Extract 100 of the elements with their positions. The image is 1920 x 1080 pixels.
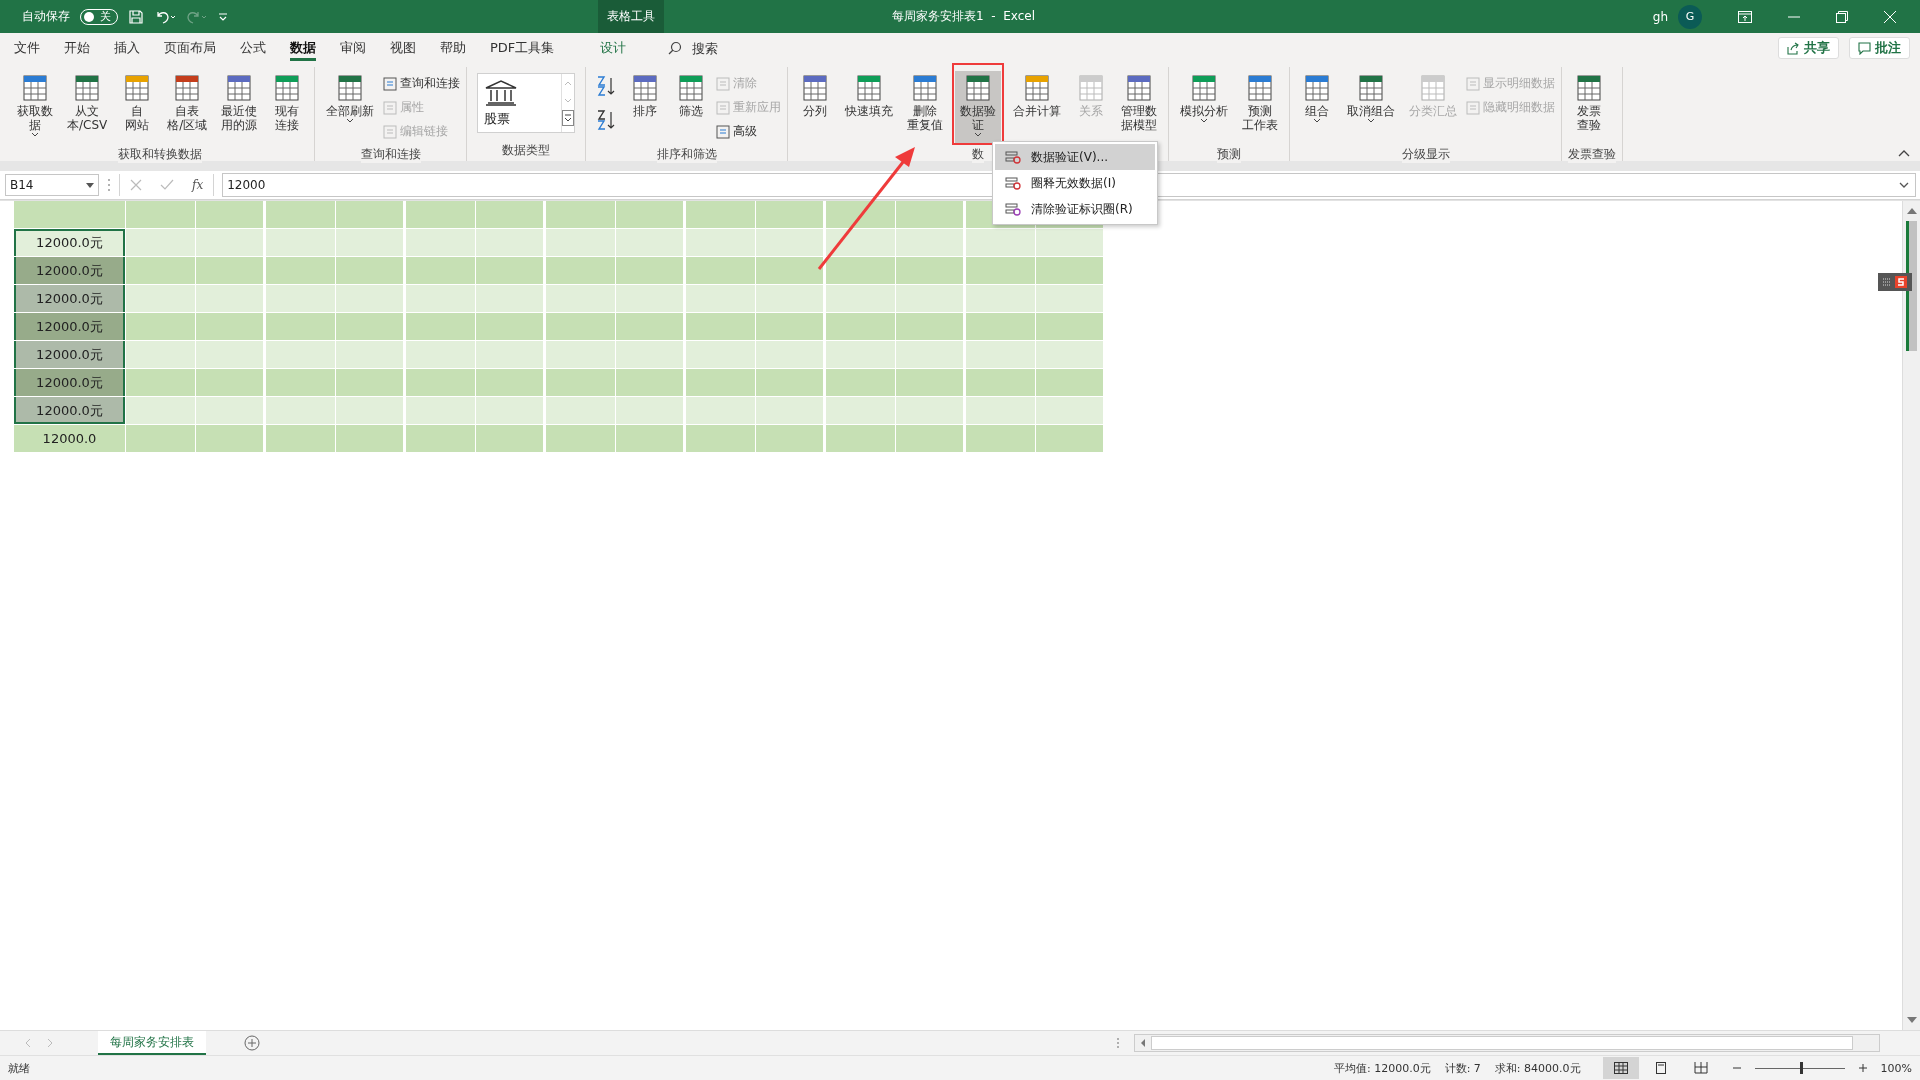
table-cell[interactable]: [196, 397, 266, 425]
table-cell[interactable]: [406, 229, 476, 257]
menu-item[interactable]: 清除验证标识圈(R): [995, 196, 1155, 222]
table-cell[interactable]: [616, 285, 686, 313]
ribbon-button[interactable]: 组合: [1296, 71, 1339, 145]
add-sheet-icon[interactable]: [244, 1035, 260, 1051]
table-cell[interactable]: [196, 369, 266, 397]
table-cell[interactable]: [616, 369, 686, 397]
table-cell[interactable]: [196, 285, 266, 313]
table-cell[interactable]: [546, 397, 616, 425]
table-cell[interactable]: [686, 285, 756, 313]
user-avatar[interactable]: G: [1678, 4, 1702, 29]
table-cell[interactable]: [14, 201, 126, 229]
table-cell[interactable]: [406, 425, 476, 453]
zoom-level-text[interactable]: 100%: [1880, 1061, 1912, 1075]
table-cell[interactable]: [266, 397, 336, 425]
table-cell[interactable]: [826, 285, 896, 313]
table-cell[interactable]: [1036, 229, 1106, 257]
restore-icon[interactable]: [1836, 10, 1848, 23]
customize-icon[interactable]: [218, 10, 228, 23]
table-cell[interactable]: [616, 229, 686, 257]
table-cell[interactable]: 12000.0元: [14, 313, 126, 341]
table-cell[interactable]: [826, 257, 896, 285]
table-cell[interactable]: [266, 341, 336, 369]
table-cell[interactable]: [406, 285, 476, 313]
table-cell[interactable]: [476, 285, 546, 313]
table-cell[interactable]: [616, 201, 686, 229]
check-icon[interactable]: [160, 179, 174, 191]
table-cell[interactable]: [196, 257, 266, 285]
table-cell[interactable]: [616, 313, 686, 341]
table-cell[interactable]: [616, 425, 686, 453]
table-cell[interactable]: [896, 369, 966, 397]
menu-item[interactable]: 圈释无效数据(I): [995, 170, 1155, 196]
collapse-ribbon-icon[interactable]: [1898, 149, 1910, 157]
ribbon-button[interactable]: 数据验 证: [955, 71, 1002, 145]
scroll-thumb[interactable]: [1906, 221, 1917, 351]
table-cell[interactable]: [546, 257, 616, 285]
table-cell[interactable]: [826, 341, 896, 369]
table-cell[interactable]: [126, 229, 196, 257]
zoom-slider-thumb[interactable]: [1799, 1061, 1803, 1074]
table-cell[interactable]: [266, 201, 336, 229]
table-cell[interactable]: [1036, 341, 1106, 369]
table-cell[interactable]: [336, 257, 406, 285]
expand-icon[interactable]: [1899, 182, 1909, 188]
table-cell[interactable]: [896, 285, 966, 313]
table-cell[interactable]: [896, 229, 966, 257]
sheet-tab[interactable]: 每周家务安排表: [98, 1031, 206, 1055]
table-cell[interactable]: [826, 369, 896, 397]
table-cell[interactable]: [756, 285, 826, 313]
table-cell[interactable]: [266, 313, 336, 341]
table-cell[interactable]: [266, 229, 336, 257]
table-cell[interactable]: [826, 313, 896, 341]
table-cell[interactable]: [266, 285, 336, 313]
table-cell[interactable]: [966, 341, 1036, 369]
table-cell[interactable]: [196, 341, 266, 369]
ribbon-button[interactable]: 预测 工作表: [1237, 71, 1284, 145]
ribbon-button[interactable]: 现有 连接: [266, 71, 309, 145]
ribbon-button[interactable]: 删除 重复值: [902, 71, 949, 145]
table-cell[interactable]: [406, 201, 476, 229]
share-button[interactable]: 共享: [1778, 37, 1839, 59]
ribbon-button[interactable]: 取消组合: [1342, 71, 1401, 145]
table-cell[interactable]: [476, 229, 546, 257]
table-cell[interactable]: [1036, 285, 1106, 313]
ribbon-tab[interactable]: 页面布局: [152, 33, 228, 63]
comments-button[interactable]: 批注: [1849, 37, 1910, 59]
table-cell[interactable]: [826, 425, 896, 453]
table-cell[interactable]: [196, 201, 266, 229]
table-cell[interactable]: [616, 257, 686, 285]
table-cell[interactable]: [476, 313, 546, 341]
save-icon[interactable]: [128, 8, 144, 25]
table-cell[interactable]: [126, 369, 196, 397]
ribbon-button[interactable]: 获取数 据: [12, 71, 58, 145]
table-cell[interactable]: [686, 425, 756, 453]
table-cell[interactable]: [756, 201, 826, 229]
sort-ascending-icon[interactable]: [596, 75, 617, 97]
table-cell[interactable]: [126, 201, 196, 229]
table-cell[interactable]: [126, 425, 196, 453]
table-cell[interactable]: [756, 313, 826, 341]
table-cell[interactable]: 12000.0元: [14, 257, 126, 285]
table-cell[interactable]: [966, 229, 1036, 257]
sort-descending-icon[interactable]: [596, 109, 617, 131]
table-cell[interactable]: 12000.0元: [14, 397, 126, 425]
table-cell[interactable]: [546, 201, 616, 229]
table-cell[interactable]: [966, 397, 1036, 425]
menu-item[interactable]: 数据验证(V)...: [995, 144, 1155, 170]
table-cell[interactable]: [476, 425, 546, 453]
ribbon-button[interactable]: 分列: [794, 71, 837, 145]
ribbon-button[interactable]: 发票 查验: [1568, 71, 1611, 145]
ribbon-tab[interactable]: 公式: [228, 33, 278, 63]
table-cell[interactable]: [966, 257, 1036, 285]
ribbon-button[interactable]: 从文 本/CSV: [62, 71, 113, 145]
close-icon[interactable]: [1884, 10, 1896, 23]
table-cell[interactable]: [546, 341, 616, 369]
table-cell[interactable]: [546, 285, 616, 313]
name-box[interactable]: B14: [5, 174, 99, 196]
ribbon-tab[interactable]: 审阅: [328, 33, 378, 63]
table-cell[interactable]: 12000.0元: [14, 369, 126, 397]
table-cell[interactable]: [336, 229, 406, 257]
table-cell[interactable]: [476, 341, 546, 369]
table-cell[interactable]: [756, 369, 826, 397]
